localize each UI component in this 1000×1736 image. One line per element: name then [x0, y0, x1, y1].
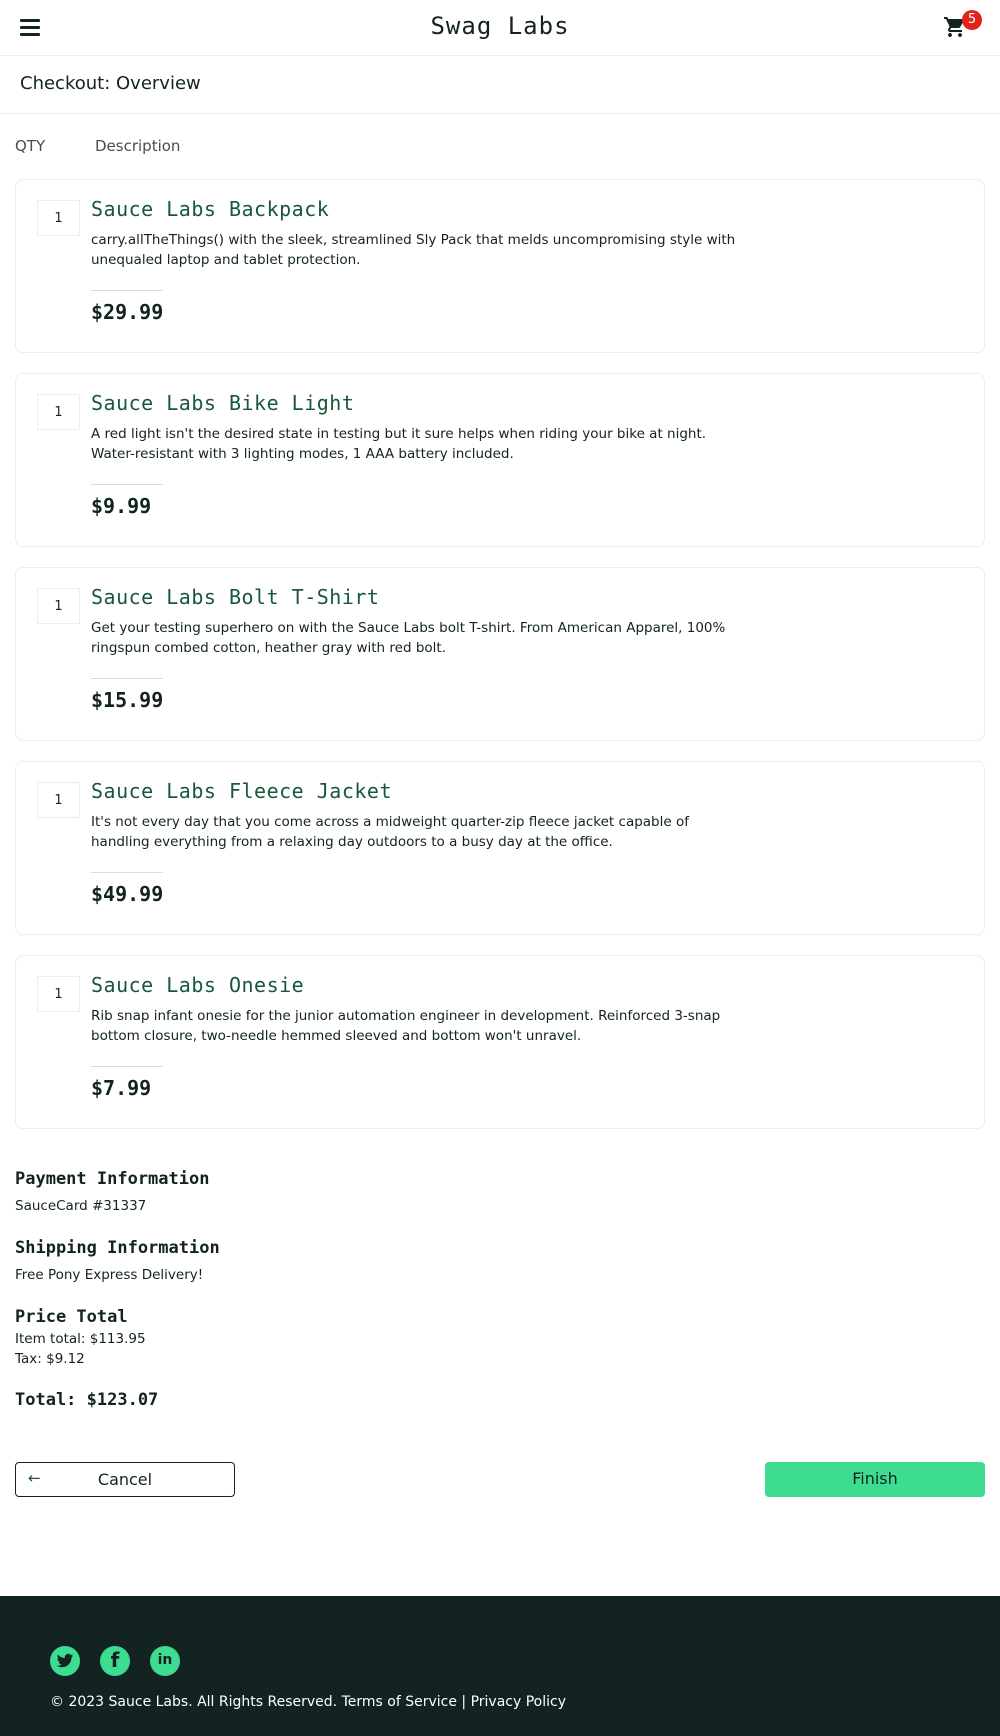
item-price: $7.99: [91, 1076, 152, 1100]
price-divider: [91, 484, 163, 485]
cart-item: 1 Sauce Labs Bolt T-Shirt Get your testi…: [15, 567, 985, 741]
price-divider: [91, 678, 163, 679]
footer-copyright: © 2023 Sauce Labs. All Rights Reserved. …: [50, 1694, 566, 1710]
item-price: $49.99: [91, 882, 164, 906]
price-divider: [91, 1066, 163, 1067]
price-divider: [91, 872, 163, 873]
secondary-header: Checkout: Overview: [0, 57, 1000, 114]
price-divider: [91, 290, 163, 291]
cart-badge: 5: [962, 10, 982, 30]
finish-button-label: Finish: [852, 1469, 898, 1488]
item-price: $9.99: [91, 494, 152, 518]
item-quantity: 1: [37, 782, 80, 818]
footer-separator: |: [461, 1694, 467, 1710]
item-description: Get your testing superhero on with the S…: [91, 620, 726, 656]
copyright-text: © 2023 Sauce Labs. All Rights Reserved.: [50, 1694, 338, 1710]
item-price: $15.99: [91, 688, 164, 712]
cart-item: 1 Sauce Labs Backpack carry.allTheThings…: [15, 179, 985, 353]
item-description: Rib snap infant onesie for the junior au…: [91, 1008, 721, 1044]
description-column-label: Description: [95, 137, 181, 155]
item-price: $29.99: [91, 300, 164, 324]
item-name-link[interactable]: Sauce Labs Bike Light: [91, 391, 354, 415]
shopping-cart-link[interactable]: 5: [940, 10, 982, 44]
payment-info-value: SauceCard #31337: [15, 1198, 147, 1214]
item-quantity: 1: [37, 394, 80, 430]
facebook-icon[interactable]: f: [100, 1646, 130, 1676]
item-quantity: 1: [37, 588, 80, 624]
item-total: Item total: $113.95: [15, 1331, 146, 1347]
twitter-icon[interactable]: [50, 1646, 80, 1676]
qty-column-label: QTY: [15, 137, 46, 155]
cancel-button[interactable]: ← Cancel: [15, 1462, 235, 1497]
grand-total: Total: $123.07: [15, 1390, 159, 1410]
cart-item: 1 Sauce Labs Onesie Rib snap infant ones…: [15, 955, 985, 1129]
item-description: carry.allTheThings() with the sleek, str…: [91, 232, 736, 268]
payment-info-label: Payment Information: [15, 1169, 210, 1189]
cancel-button-label: Cancel: [97, 1470, 153, 1489]
item-description: It's not every day that you come across …: [91, 814, 689, 850]
app-title: Swag Labs: [430, 12, 570, 40]
item-description: A red light isn't the desired state in t…: [91, 426, 707, 462]
page-title: Checkout: Overview: [20, 73, 201, 94]
finish-button[interactable]: Finish: [765, 1462, 985, 1497]
cart-item: 1 Sauce Labs Bike Light A red light isn'…: [15, 373, 985, 547]
footer: f in © 2023 Sauce Labs. All Rights Reser…: [0, 1596, 1000, 1736]
linkedin-icon[interactable]: in: [150, 1646, 180, 1676]
item-name-link[interactable]: Sauce Labs Fleece Jacket: [91, 779, 392, 803]
cart-item: 1 Sauce Labs Fleece Jacket It's not ever…: [15, 761, 985, 935]
shipping-info-value: Free Pony Express Delivery!: [15, 1267, 204, 1283]
price-total-label: Price Total: [15, 1307, 128, 1327]
tax-amount: Tax: $9.12: [15, 1351, 85, 1367]
item-quantity: 1: [37, 200, 80, 236]
terms-of-service-link[interactable]: Terms of Service: [342, 1694, 457, 1710]
item-name-link[interactable]: Sauce Labs Bolt T-Shirt: [91, 585, 379, 609]
privacy-policy-link[interactable]: Privacy Policy: [471, 1694, 566, 1710]
item-quantity: 1: [37, 976, 80, 1012]
shipping-info-label: Shipping Information: [15, 1238, 220, 1258]
item-name-link[interactable]: Sauce Labs Backpack: [91, 197, 329, 221]
primary-header: Swag Labs 5: [0, 0, 1000, 56]
item-name-link[interactable]: Sauce Labs Onesie: [91, 973, 304, 997]
